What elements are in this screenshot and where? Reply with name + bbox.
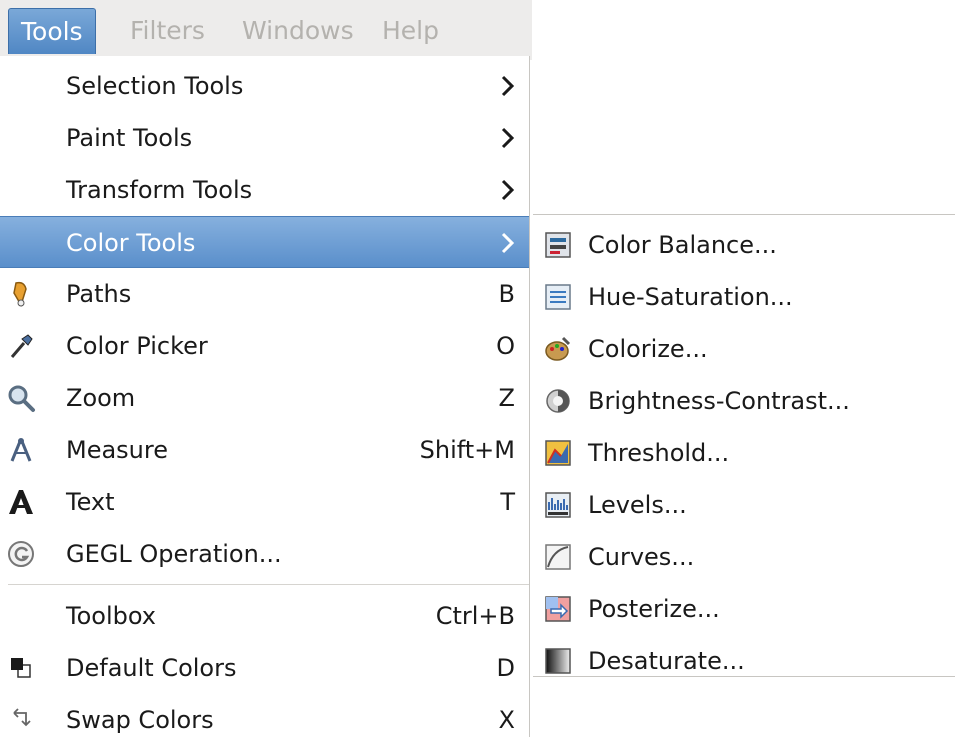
levels-icon (545, 492, 571, 518)
paths-icon (13, 281, 27, 307)
menu-item-selection-tools[interactable]: Selection Tools (0, 60, 529, 112)
shortcut-label: O (496, 332, 515, 360)
menu-item-label: Zoom (66, 384, 136, 412)
menu-separator (8, 584, 529, 585)
shortcut-label: X (498, 706, 515, 734)
menu-item-swap-colors[interactable]: Swap Colors X (0, 694, 529, 746)
submenu-item-color-balance[interactable]: Color Balance... (533, 219, 955, 271)
menu-tools[interactable]: Tools (8, 8, 96, 54)
menu-item-label: Color Picker (66, 332, 208, 360)
menu-filters[interactable]: Filters (118, 8, 217, 54)
submenu-item-brightness-contrast[interactable]: Brightness-Contrast... (533, 375, 955, 427)
chevron-right-icon (501, 232, 515, 254)
color-balance-icon (545, 232, 571, 258)
color-picker-icon (10, 334, 33, 358)
chevron-right-icon (501, 127, 515, 149)
posterize-icon (545, 596, 571, 622)
shortcut-label: Shift+M (419, 436, 515, 464)
submenu-item-levels[interactable]: Levels... (533, 479, 955, 531)
menu-item-label: Swap Colors (66, 706, 214, 734)
menu-help[interactable]: Help (370, 8, 451, 54)
menu-item-label: Selection Tools (66, 72, 244, 100)
measure-icon (10, 438, 32, 462)
zoom-icon (8, 385, 35, 412)
tools-menu: Selection Tools Paint Tools Transform To… (0, 56, 530, 737)
menu-item-label: Transform Tools (66, 176, 253, 204)
shortcut-label: Z (498, 384, 515, 412)
color-tools-submenu: Color Balance... Hue-Saturation... Color… (533, 214, 955, 677)
shortcut-label: D (496, 654, 515, 682)
threshold-icon (545, 440, 571, 466)
submenu-item-label: Posterize... (588, 595, 720, 623)
brightness-contrast-icon (546, 389, 570, 413)
desaturate-icon (545, 648, 571, 674)
shortcut-label: T (500, 488, 515, 516)
menu-item-measure[interactable]: Measure Shift+M (0, 424, 529, 476)
submenu-item-label: Hue-Saturation... (588, 283, 793, 311)
chevron-right-icon (501, 75, 515, 97)
menu-item-paint-tools[interactable]: Paint Tools (0, 112, 529, 164)
menu-item-label: Paint Tools (66, 124, 193, 152)
menu-item-label: Default Colors (66, 654, 237, 682)
gegl-icon (8, 541, 34, 567)
menu-item-transform-tools[interactable]: Transform Tools (0, 164, 529, 216)
submenu-item-label: Desaturate... (588, 647, 745, 675)
menu-item-toolbox[interactable]: Toolbox Ctrl+B (0, 590, 529, 642)
menu-item-text[interactable]: Text T (0, 476, 529, 528)
text-icon (9, 490, 33, 514)
submenu-item-label: Curves... (588, 543, 695, 571)
swap-colors-icon (13, 708, 31, 727)
curves-icon (545, 544, 571, 570)
colorize-icon (545, 336, 571, 361)
submenu-item-curves[interactable]: Curves... (533, 531, 955, 583)
submenu-item-hue-saturation[interactable]: Hue-Saturation... (533, 271, 955, 323)
menu-windows[interactable]: Windows (230, 8, 366, 54)
default-colors-icon (11, 658, 31, 678)
submenu-item-label: Colorize... (588, 335, 708, 363)
shortcut-label: Ctrl+B (435, 602, 515, 630)
menu-item-color-picker[interactable]: Color Picker O (0, 320, 529, 372)
menu-item-label: Color Tools (66, 229, 196, 257)
menu-item-zoom[interactable]: Zoom Z (0, 372, 529, 424)
menu-item-label: Text (66, 488, 115, 516)
submenu-item-threshold[interactable]: Threshold... (533, 427, 955, 479)
submenu-item-label: Color Balance... (588, 231, 777, 259)
submenu-item-desaturate[interactable]: Desaturate... (533, 635, 955, 687)
submenu-item-label: Brightness-Contrast... (588, 387, 850, 415)
submenu-item-colorize[interactable]: Colorize... (533, 323, 955, 375)
menu-item-label: GEGL Operation... (66, 540, 282, 568)
menu-item-paths[interactable]: Paths B (0, 268, 529, 320)
chevron-right-icon (501, 179, 515, 201)
menu-item-default-colors[interactable]: Default Colors D (0, 642, 529, 694)
shortcut-label: B (498, 280, 515, 308)
submenu-item-posterize[interactable]: Posterize... (533, 583, 955, 635)
menubar: Tools Filters Windows Help (0, 0, 532, 60)
menu-item-label: Measure (66, 436, 168, 464)
menu-item-label: Toolbox (66, 602, 156, 630)
menu-item-gegl-operation[interactable]: GEGL Operation... (0, 528, 529, 580)
submenu-item-label: Levels... (588, 491, 687, 519)
menu-item-label: Paths (66, 280, 132, 308)
menu-item-color-tools[interactable]: Color Tools (0, 216, 529, 268)
hue-saturation-icon (545, 284, 571, 310)
submenu-item-label: Threshold... (588, 439, 730, 467)
